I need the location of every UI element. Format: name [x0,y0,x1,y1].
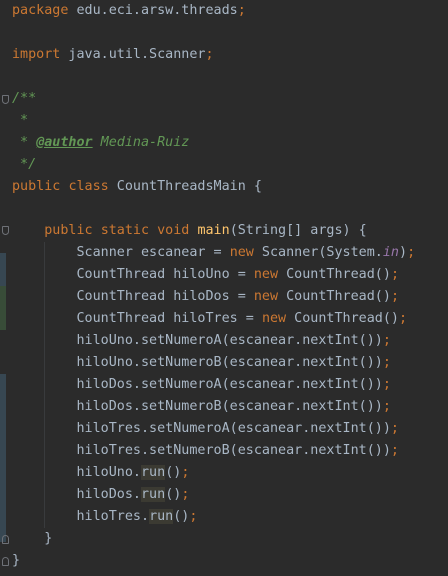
semicolon: ; [407,245,416,260]
set-numero-call: hiloTres.setNumeroA(escanear.nextInt()) [76,421,391,436]
code-line-set-uno-a[interactable]: hiloUno.setNumeroA(escanear.nextInt()); [12,330,391,352]
code-line-set-uno-b[interactable]: hiloUno.setNumeroB(escanear.nextInt()); [12,352,391,374]
code-line-thread-dos[interactable]: CountThread hiloDos = new CountThread(); [12,286,400,308]
closing-brace: } [12,553,21,568]
import-name: java.util.Scanner [60,47,206,62]
code-line-class-decl[interactable]: public class CountThreadsMain { [12,176,262,198]
unfold-class-icon[interactable] [2,557,9,566]
keyword-public: public [12,179,61,194]
semicolon: ; [382,355,391,370]
code-line-package[interactable]: package edu.eci.arsw.threads; [12,0,246,22]
scanner-ctor: Scanner(System. [253,245,383,260]
fold-doc-comment-icon[interactable] [2,95,9,104]
semicolon: ; [181,465,190,480]
semicolon: ; [390,443,399,458]
code-line-doc-open[interactable]: /** [12,88,36,110]
code-line-close-method[interactable]: } [12,528,52,550]
run-receiver: hiloDos. [76,487,142,502]
keyword-new: new [253,267,279,282]
set-numero-call: hiloDos.setNumeroB(escanear.nextInt()) [76,399,383,414]
code-line-run-tres[interactable]: hiloTres.run(); [12,506,197,528]
run-method-highlight: run [149,509,174,524]
closing-brace: } [44,531,53,546]
call-parens: () [165,465,182,480]
set-numero-call: hiloDos.setNumeroA(escanear.nextInt()) [76,377,383,392]
call-parens: () [165,487,182,502]
keyword-new: new [229,245,254,260]
semicolon: ; [189,509,198,524]
semicolon: ; [399,311,408,326]
semicolon: ; [205,47,214,62]
doc-comment-open: /** [12,91,37,106]
code-line-close-class[interactable]: } [12,550,20,572]
semicolon: ; [181,487,190,502]
unfold-main-method-icon[interactable] [2,535,9,544]
set-numero-call: hiloTres.setNumeroB(escanear.nextInt()) [76,443,391,458]
code-line-thread-tres[interactable]: CountThread hiloTres = new CountThread()… [12,308,408,330]
doc-author-tag: @author [36,135,93,150]
thread-dos-decl: CountThread hiloDos = [76,289,254,304]
set-numero-call: hiloUno.setNumeroB(escanear.nextInt()) [76,355,383,370]
keyword-public: public [44,223,93,238]
doc-author-name: Medina-Ruiz [92,135,190,150]
keyword-static: static [100,223,150,238]
semicolon: ; [237,3,246,18]
code-line-run-dos[interactable]: hiloDos.run(); [12,484,189,506]
thread-tres-decl: CountThread hiloTres = [76,311,262,326]
keyword-package: package [12,3,69,18]
semicolon: ; [390,267,399,282]
doc-comment-prefix: * [12,135,37,150]
semicolon: ; [382,399,391,414]
code-line-main-decl[interactable]: public static void main(String[] args) { [12,220,367,242]
code-line-import[interactable]: import java.util.Scanner; [12,44,214,66]
keyword-new: new [253,289,279,304]
code-line-run-uno[interactable]: hiloUno.run(); [12,462,189,484]
scanner-decl: Scanner escanear = [76,245,230,260]
keyword-void: void [157,223,190,238]
code-line-scanner[interactable]: Scanner escanear = new Scanner(System.in… [12,242,416,264]
keyword-class: class [68,179,109,194]
semicolon: ; [390,289,399,304]
run-method-highlight: run [141,465,166,480]
main-params: (String[] args) { [229,223,367,238]
code-line-doc-author[interactable]: * @author Medina-Ruiz [12,132,189,154]
run-receiver: hiloUno. [76,465,142,480]
code-line-thread-uno[interactable]: CountThread hiloUno = new CountThread(); [12,264,400,286]
call-parens: () [173,509,190,524]
doc-comment-star: * [12,113,29,128]
keyword-import: import [12,47,61,62]
code-line-set-dos-b[interactable]: hiloDos.setNumeroB(escanear.nextInt()); [12,396,391,418]
thread-ctor: CountThread() [278,289,391,304]
code-line-set-tres-a[interactable]: hiloTres.setNumeroA(escanear.nextInt()); [12,418,399,440]
code-line-set-dos-a[interactable]: hiloDos.setNumeroA(escanear.nextInt()); [12,374,391,396]
code-editor[interactable]: package edu.eci.arsw.threads; import jav… [0,0,448,576]
semicolon: ; [390,421,399,436]
run-method-highlight: run [141,487,166,502]
thread-ctor: CountThread() [286,311,399,326]
thread-uno-decl: CountThread hiloUno = [76,267,254,282]
semicolon: ; [382,377,391,392]
main-method-name: main [197,223,230,238]
class-name: CountThreadsMain { [108,179,262,194]
keyword-new: new [261,311,287,326]
doc-comment-close: */ [12,157,37,172]
thread-ctor: CountThread() [278,267,391,282]
code-line-doc-close[interactable]: */ [12,154,36,176]
code-line-set-tres-b[interactable]: hiloTres.setNumeroB(escanear.nextInt()); [12,440,399,462]
code-line-doc-star[interactable]: * [12,110,28,132]
vcs-changed-marker[interactable] [0,374,6,542]
set-numero-call: hiloUno.setNumeroA(escanear.nextInt()) [76,333,383,348]
vcs-added-marker[interactable] [0,286,6,330]
run-receiver: hiloTres. [76,509,150,524]
system-in-field: in [382,245,399,260]
semicolon: ; [382,333,391,348]
package-name: edu.eci.arsw.threads [68,3,238,18]
fold-main-method-icon[interactable] [2,226,9,235]
